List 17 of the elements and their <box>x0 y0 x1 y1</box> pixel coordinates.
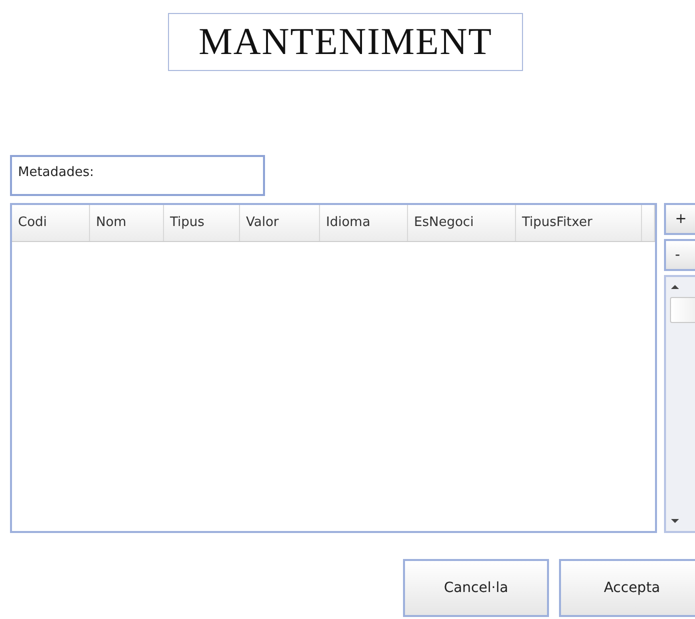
page-title: MANTENIMENT <box>168 13 523 71</box>
add-button[interactable]: + <box>664 203 695 235</box>
column-header[interactable]: Tipus <box>164 205 240 241</box>
column-header[interactable]: Idioma <box>320 205 408 241</box>
column-header[interactable]: Nom <box>90 205 164 241</box>
column-header[interactable]: TipusFitxer <box>516 205 642 241</box>
scroll-down-icon[interactable] <box>670 517 680 525</box>
scroll-up-icon[interactable] <box>670 283 680 291</box>
column-header[interactable]: Codi <box>12 205 90 241</box>
scroll-thumb[interactable] <box>670 297 695 323</box>
cancel-button[interactable]: Cancel·la <box>403 559 549 617</box>
remove-button[interactable]: - <box>664 239 695 271</box>
column-header[interactable]: EsNegoci <box>408 205 516 241</box>
metadata-label: Metadades: <box>10 155 265 196</box>
scrollbar[interactable] <box>664 275 695 533</box>
column-header[interactable]: Valor <box>240 205 320 241</box>
accept-button[interactable]: Accepta <box>559 559 695 617</box>
